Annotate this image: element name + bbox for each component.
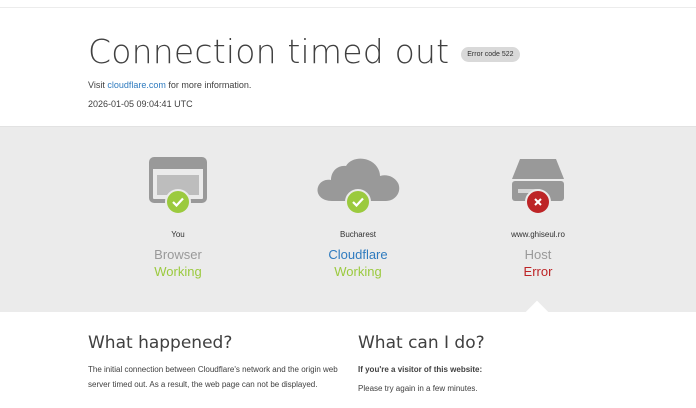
- cloudflare-role-link[interactable]: Cloudflare: [268, 247, 448, 263]
- node-host: www.ghiseul.ro Host Error: [448, 157, 628, 280]
- visitor-subheading: If you're a visitor of this website:: [358, 365, 483, 374]
- visit-line: Visit cloudflare.com for more informatio…: [88, 78, 648, 92]
- what-can-i-do-heading: What can I do?: [358, 333, 485, 353]
- visitor-advice: Please try again in a few minutes.: [358, 384, 478, 393]
- timestamp: 2026-01-05 09:04:41 UTC: [88, 99, 193, 109]
- node-status: Working: [334, 264, 382, 279]
- check-icon: [352, 197, 364, 207]
- what-can-i-do-section: What can I do? If you're a visitor of th…: [358, 332, 618, 396]
- status-band: You Browser Working Bucharest Cloudflare…: [0, 126, 696, 312]
- status-ok-icon: [345, 189, 371, 215]
- node-cloudflare: Bucharest Cloudflare Working: [268, 157, 448, 280]
- node-role: Browser: [154, 247, 202, 262]
- node-location: www.ghiseul.ro: [511, 230, 565, 239]
- node-location: Bucharest: [339, 230, 377, 239]
- cloudflare-link[interactable]: cloudflare.com: [107, 80, 166, 90]
- browser-icon-wrap: [88, 157, 268, 217]
- status-ok-icon: [165, 189, 191, 215]
- node-status: Working: [154, 264, 202, 279]
- visit-prefix: Visit: [88, 80, 108, 90]
- what-happened-heading: What happened?: [88, 333, 233, 353]
- cloud-icon-wrap: [268, 157, 448, 217]
- title-row: Connection timed out Error code 522: [88, 30, 648, 74]
- page-header: Connection timed out Error code 522 Visi…: [88, 30, 648, 111]
- server-icon-wrap: [448, 157, 628, 217]
- top-rule: [0, 0, 696, 8]
- node-role: Host: [524, 247, 552, 262]
- node-location: You: [171, 230, 185, 239]
- status-error-icon: [525, 189, 551, 215]
- node-status: Error: [523, 264, 553, 279]
- x-icon: [534, 198, 542, 206]
- node-browser: You Browser Working: [88, 157, 268, 280]
- what-happened-section: What happened? The initial connection be…: [88, 332, 340, 392]
- check-icon: [172, 197, 184, 207]
- visit-suffix: for more information.: [165, 80, 252, 90]
- page-title: Connection timed out: [88, 32, 450, 71]
- what-happened-text: The initial connection between Cloudflar…: [88, 365, 338, 389]
- error-code-badge: Error code 522: [461, 46, 520, 62]
